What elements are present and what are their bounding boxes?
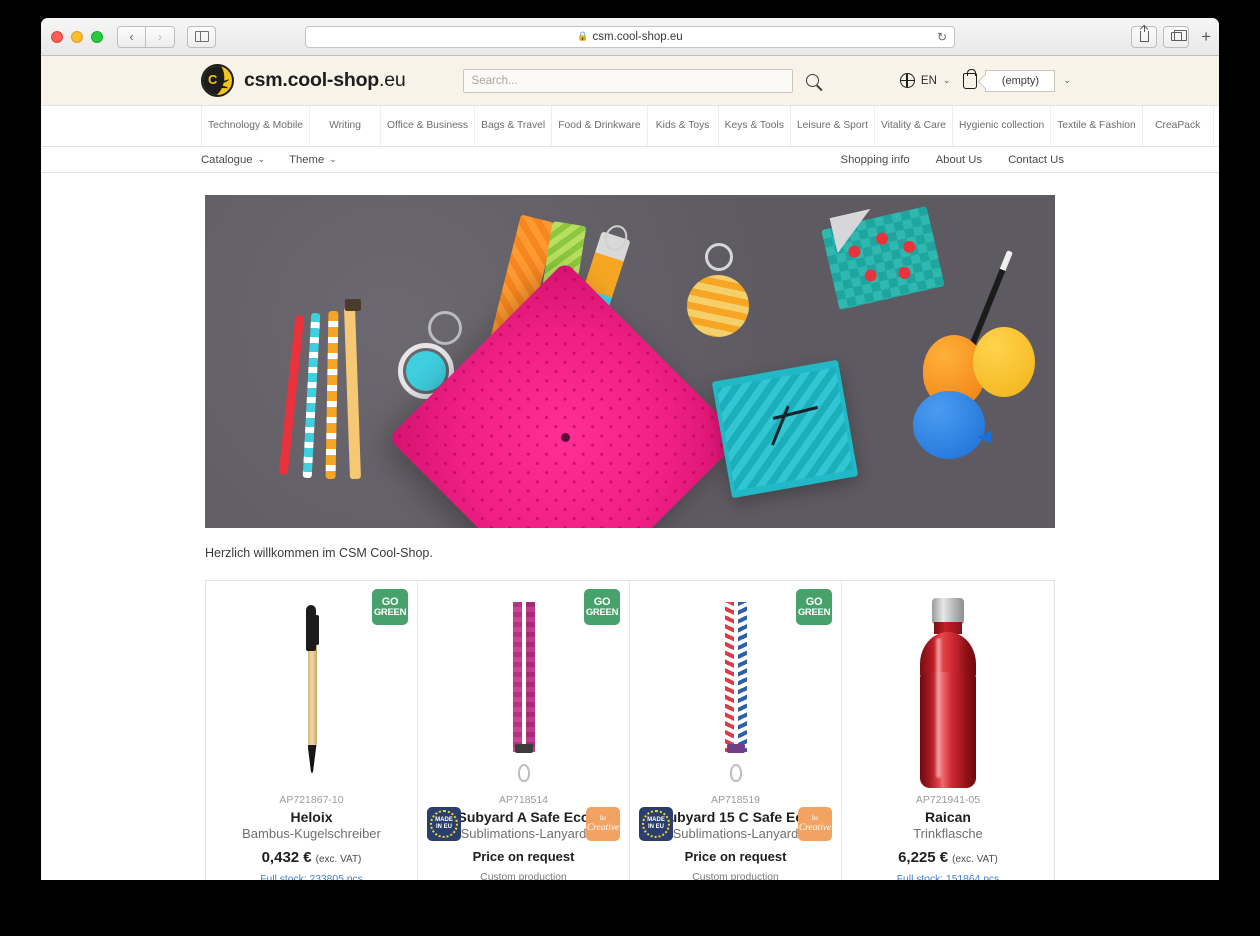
back-button[interactable]: ‹ <box>117 25 146 48</box>
new-tab-button[interactable]: + <box>1201 27 1211 47</box>
category-item-bags-travel[interactable]: Bags & Travel <box>475 106 553 146</box>
tab-overview-button[interactable] <box>1163 25 1189 48</box>
shopping-bag-icon <box>963 68 978 89</box>
language-selector[interactable]: EN ⌄ <box>899 73 951 88</box>
address-bar[interactable]: 🔒 csm.cool-shop.eu ↻ <box>305 25 955 48</box>
category-item-keys-tools[interactable]: Keys & Tools <box>719 106 791 146</box>
category-item-writing[interactable]: Writing <box>310 106 382 146</box>
product-card[interactable]: GO GREEN AP721867-10 Heloix Bambus-Kugel… <box>206 581 418 880</box>
csm-logo-icon: C <box>201 64 234 97</box>
category-item-food-drinkware[interactable]: Food & Drinkware <box>552 106 648 146</box>
be-creative-badge: be Creative <box>798 807 832 841</box>
product-price: Price on request <box>684 849 787 864</box>
tab-overview-icon <box>1170 30 1187 41</box>
product-sku: AP721941-05 <box>915 794 981 806</box>
product-grid: GO GREEN AP721867-10 Heloix Bambus-Kugel… <box>205 580 1055 880</box>
sub-navigation: Catalogue ⌄ Theme ⌄ Shopping info About … <box>41 147 1219 173</box>
share-button[interactable] <box>1131 25 1157 48</box>
header-right-controls: EN ⌄ (empty) ⌄ <box>899 68 1071 92</box>
minimize-window-button[interactable] <box>71 30 83 43</box>
browser-window: ‹ › 🔒 csm.cool-shop.eu ↻ + C csm.cool-sh… <box>41 18 1219 880</box>
site-header: C csm.cool-shop.eu EN ⌄ <box>41 56 1219 105</box>
product-sku: AP718519 <box>710 794 761 806</box>
search-button[interactable] <box>805 74 819 87</box>
chevron-down-icon: ⌄ <box>942 75 951 85</box>
share-icon <box>1139 25 1149 42</box>
cart-widget[interactable]: (empty) ⌄ <box>963 68 1071 92</box>
product-card[interactable]: AP721941-05 Raican Trinkflasche 6,225 €(… <box>842 581 1054 880</box>
search-input[interactable] <box>462 68 793 93</box>
product-name: Raican <box>925 809 971 825</box>
close-window-button[interactable] <box>51 30 63 43</box>
product-card[interactable]: GO GREEN MADE IN EU be Creative <box>630 581 842 880</box>
lock-icon: 🔒 <box>577 31 589 41</box>
go-green-badge: GO GREEN <box>372 589 408 625</box>
subnav-item-shopping-info[interactable]: Shopping info <box>841 154 910 166</box>
category-item-creapack[interactable]: CreaPack <box>1143 106 1214 146</box>
subnav-item-about-us[interactable]: About Us <box>936 154 982 166</box>
made-in-eu-badge: MADE IN EU <box>639 807 673 841</box>
product-price: Price on request <box>472 849 575 864</box>
category-item-technology-mobile[interactable]: Technology & Mobile <box>201 106 311 146</box>
sidebar-toggle-button[interactable] <box>187 25 216 48</box>
subnav-item-theme[interactable]: Theme ⌄ <box>289 154 337 166</box>
product-sku: AP718514 <box>498 794 549 806</box>
made-in-eu-badge: MADE IN EU <box>427 807 461 841</box>
product-stock: Full stock: 151864 pcs <box>896 874 1000 880</box>
toolbar-right-buttons <box>1131 25 1189 48</box>
product-description: Trinkflasche <box>913 826 983 841</box>
page-viewport: C csm.cool-shop.eu EN ⌄ <box>41 56 1219 880</box>
hero-banner[interactable] <box>205 195 1055 528</box>
cart-label: (empty) <box>985 69 1056 92</box>
maximize-window-button[interactable] <box>91 30 103 43</box>
product-price: 6,225 € (exc. VAT) <box>898 849 998 866</box>
product-sku: AP721867-10 <box>279 794 344 806</box>
cart-chevron-down-icon[interactable]: ⌄ <box>1063 75 1071 86</box>
brand-logo[interactable]: C csm.cool-shop.eu <box>201 64 406 97</box>
category-item-vitality-care[interactable]: Vitality & Care <box>875 106 953 146</box>
subnav-item-contact-us[interactable]: Contact Us <box>1008 154 1064 166</box>
subnav-item-catalogue[interactable]: Catalogue ⌄ <box>201 154 265 166</box>
sidebar-icon <box>194 31 209 42</box>
category-navigation: Technology & Mobile Writing Office & Bus… <box>41 105 1219 147</box>
language-label: EN <box>920 74 937 87</box>
product-price: 0,432 € (exc. VAT) <box>261 849 362 866</box>
chevron-down-icon: ⌄ <box>329 154 337 164</box>
go-green-badge: GO GREEN <box>584 589 620 625</box>
product-custom-note: Custom production <box>692 872 779 880</box>
category-item-leisure-sport[interactable]: Leisure & Sport <box>791 106 875 146</box>
search-area <box>462 68 819 93</box>
category-item-textile-fashion[interactable]: Textile & Fashion <box>1051 106 1143 146</box>
page-content: Herzlich willkommen im CSM Cool-Shop. GO… <box>41 173 1219 880</box>
navigation-buttons: ‹ › <box>117 25 175 48</box>
go-green-badge: GO GREEN <box>796 589 832 625</box>
url-text: csm.cool-shop.eu <box>592 30 683 43</box>
forward-button[interactable]: › <box>146 25 175 48</box>
category-item-kids-toys[interactable]: Kids & Toys <box>648 106 719 146</box>
search-icon <box>805 74 819 87</box>
product-description: Bambus-Kugelschreiber <box>242 826 381 841</box>
category-item-office-business[interactable]: Office & Business <box>381 106 476 146</box>
product-stock: Full stock: 233805 pcs <box>260 874 363 880</box>
address-bar-container: 🔒 csm.cool-shop.eu ↻ <box>305 25 955 48</box>
welcome-message: Herzlich willkommen im CSM Cool-Shop. <box>205 546 433 560</box>
browser-toolbar: ‹ › 🔒 csm.cool-shop.eu ↻ + <box>41 18 1219 56</box>
reload-icon[interactable]: ↻ <box>937 30 947 44</box>
globe-icon <box>899 73 915 88</box>
be-creative-badge: be Creative <box>586 807 620 841</box>
product-card[interactable]: GO GREEN MADE IN EU be Creative <box>418 581 630 880</box>
product-image-water-bottle <box>852 595 1044 790</box>
product-name: Heloix <box>290 809 333 825</box>
category-item-hygienic-collection[interactable]: Hygienic collection <box>953 106 1052 146</box>
brand-name: csm.cool-shop.eu <box>244 69 406 91</box>
window-controls <box>51 30 103 43</box>
product-custom-note: Custom production <box>480 872 567 880</box>
chevron-down-icon: ⌄ <box>257 154 266 164</box>
